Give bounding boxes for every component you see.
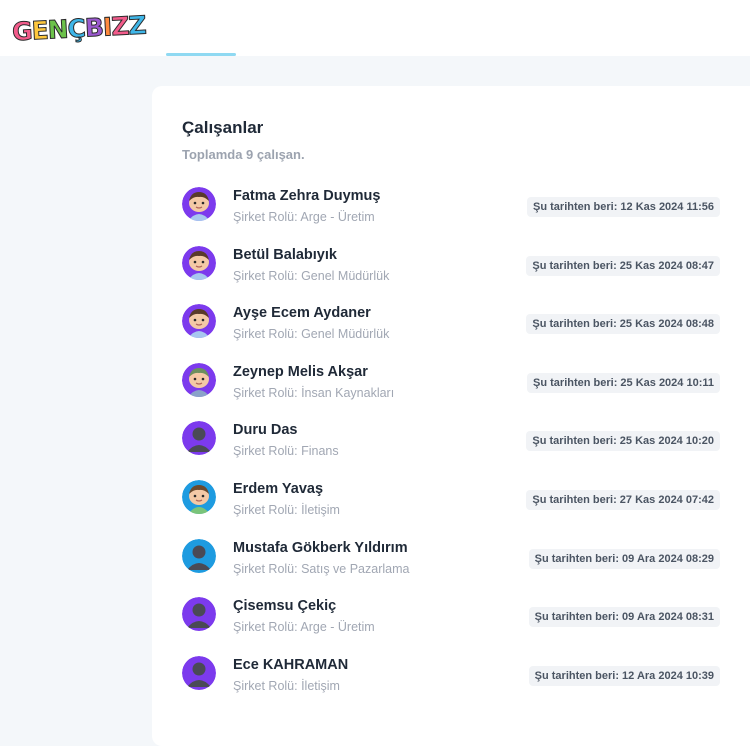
active-tab-indicator: [166, 53, 236, 56]
employee-role: Şirket Rolü: Genel Müdürlük: [233, 327, 390, 342]
employee-since-badge: Şu tarihten beri: 25 Kas 2024 10:20: [526, 431, 720, 452]
employee-row[interactable]: Duru Das Şirket Rolü: Finans Şu tarihten b…: [180, 418, 750, 477]
employee-role: Şirket Rolü: İletişim: [233, 678, 340, 693]
employee-role: Şirket Rolü: Arge - Üretim: [233, 620, 375, 635]
default-user-icon: [182, 421, 216, 456]
employee-role: Şirket Rolü: İnsan Kaynakları: [233, 385, 395, 400]
employee-since-badge: Şu tarihten beri: 25 Kas 2024 10:11: [527, 372, 720, 393]
employee-name: Zeynep Melis Akşar: [233, 363, 368, 380]
employee-since-badge: Şu tarihten beri: 09 Ara 2024 08:31: [528, 607, 720, 628]
employee-since-badge: Şu tarihten beri: 25 Kas 2024 08:48: [526, 314, 720, 335]
employee-row[interactable]: Zeynep Melis Akşar Şirket Rolü: İnsan Kay…: [180, 360, 750, 419]
employee-since-badge: Şu tarihten beri: 27 Kas 2024 07:42: [526, 489, 720, 510]
employee-role: Şirket Rolü: İletişim: [233, 502, 340, 517]
gencbizz-logo[interactable]: GENÇBIZZ: [11, 3, 147, 54]
employees-count: Toplamda 9 çalışan.: [182, 147, 305, 162]
employee-name: Erdem Yavaş: [233, 480, 324, 497]
default-user-icon: [182, 538, 216, 573]
default-user-icon: [182, 655, 216, 690]
employee-name: Fatma Zehra Duymuş: [233, 188, 381, 204]
employee-name: Ayşe Ecem Aydaner: [233, 305, 371, 322]
employee-name: Çisemsu Çekiç: [233, 598, 337, 615]
employee-name: Duru Das: [233, 422, 298, 439]
employees-title: Çalışanlar: [182, 118, 264, 137]
employee-row[interactable]: Erdem Yavaş Şirket Rolü: İletişim Şu tarih…: [180, 477, 750, 536]
employee-list: Fatma Zehra Duymuş Şirket Rolü: Arge - Ür…: [180, 184, 750, 711]
top-bar: GENÇBIZZ: [0, 0, 750, 56]
cartoon-avatar-icon: [182, 362, 216, 397]
employee-row[interactable]: Mustafa Gökberk Yıldırım Şirket Rolü: Sat…: [180, 536, 750, 595]
boy-avatar-icon: [182, 479, 216, 514]
employee-row[interactable]: Ece KAHRAMAN Şirket Rolü: İletişim Şu tari…: [180, 653, 750, 712]
employee-role: Şirket Rolü: Genel Müdürlük: [233, 268, 390, 283]
employee-since-badge: Şu tarihten beri: 12 Ara 2024 10:39: [528, 665, 720, 686]
default-user-icon: [182, 597, 216, 632]
employee-name: Ece KAHRAMAN: [233, 656, 349, 673]
employees-card: Çalışanlar Toplamda 9 çalışan. Fatma Zeh…: [152, 86, 750, 746]
girl-avatar-icon: [182, 304, 216, 339]
employee-row[interactable]: Çisemsu Çekiç Şirket Rolü: Arge - Üretim Ş…: [180, 594, 750, 653]
employee-row[interactable]: Fatma Zehra Duymuş Şirket Rolü: Arge - Ür…: [180, 184, 750, 243]
employee-role: Şirket Rolü: Finans: [233, 444, 339, 459]
employee-since-badge: Şu tarihten beri: 09 Ara 2024 08:29: [528, 548, 720, 569]
employee-role: Şirket Rolü: Satış ve Pazarlama: [233, 561, 410, 576]
girl-avatar-icon: [182, 187, 216, 221]
employee-name: Mustafa Gökberk Yıldırım: [233, 539, 408, 556]
employee-row[interactable]: Ayşe Ecem Aydaner Şirket Rolü: Genel Müdü…: [180, 301, 750, 360]
employee-since-badge: Şu tarihten beri: 25 Kas 2024 08:47: [526, 255, 720, 276]
employee-row[interactable]: Betül Balabıyık Şirket Rolü: Genel Müdürl…: [180, 243, 750, 302]
employee-role: Şirket Rolü: Arge - Üretim: [233, 210, 375, 224]
employee-since-badge: Şu tarihten beri: 12 Kas 2024 11:56: [527, 197, 720, 217]
employee-name: Betül Balabıyık: [233, 246, 337, 263]
girl-avatar-icon: [182, 245, 216, 280]
